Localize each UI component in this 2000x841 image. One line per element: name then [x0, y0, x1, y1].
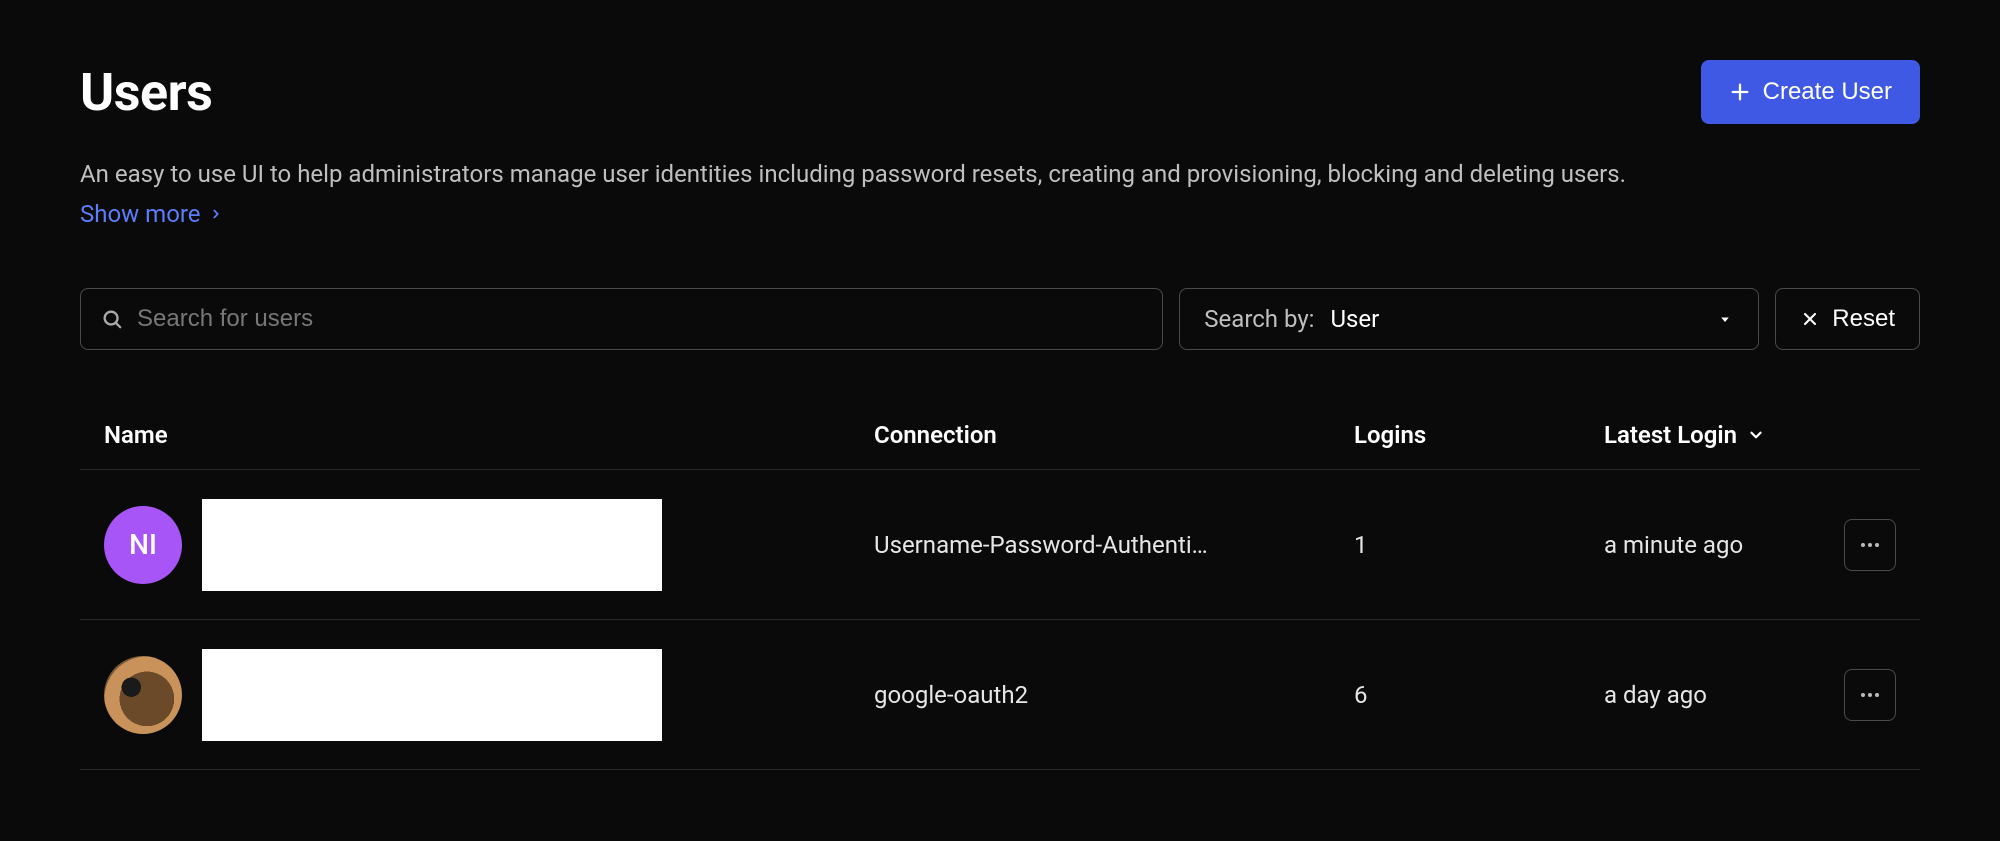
avatar: NI — [104, 506, 182, 584]
search-by-label: Search by: — [1204, 305, 1314, 333]
logins-cell: 6 — [1354, 681, 1604, 709]
create-user-button[interactable]: Create User — [1701, 60, 1920, 124]
search-by-dropdown[interactable]: Search by: User — [1179, 288, 1759, 350]
users-table: Name Connection Logins Latest Login NI U… — [80, 400, 1920, 770]
close-icon — [1800, 309, 1820, 329]
latest-login-cell: a day ago — [1604, 681, 1816, 709]
connection-cell: google-oauth2 — [874, 681, 1354, 709]
search-input[interactable] — [137, 305, 1142, 333]
latest-login-cell: a minute ago — [1604, 531, 1816, 559]
col-latest-login-label: Latest Login — [1604, 421, 1737, 449]
table-row[interactable]: google-oauth2 6 a day ago — [80, 620, 1920, 770]
caret-down-icon — [1716, 310, 1734, 328]
row-actions-button[interactable] — [1844, 669, 1896, 721]
avatar — [104, 656, 182, 734]
connection-cell: Username-Password-Authenti… — [874, 531, 1354, 559]
col-latest-login[interactable]: Latest Login — [1604, 421, 1816, 449]
col-name: Name — [104, 421, 874, 449]
page-title: Users — [80, 62, 212, 123]
create-user-label: Create User — [1763, 78, 1892, 106]
redacted-name — [202, 499, 662, 591]
search-input-wrapper[interactable] — [80, 288, 1163, 350]
table-header: Name Connection Logins Latest Login — [80, 400, 1920, 470]
name-cell — [104, 649, 874, 741]
reset-button[interactable]: Reset — [1775, 288, 1920, 350]
col-logins: Logins — [1354, 421, 1604, 449]
chevron-down-icon — [1747, 426, 1765, 444]
col-connection: Connection — [874, 421, 1354, 449]
more-icon — [1858, 683, 1882, 707]
search-icon — [101, 308, 123, 330]
row-actions-button[interactable] — [1844, 519, 1896, 571]
table-row[interactable]: NI Username-Password-Authenti… 1 a minut… — [80, 470, 1920, 620]
name-cell: NI — [104, 499, 874, 591]
redacted-name — [202, 649, 662, 741]
search-by-value: User — [1330, 305, 1379, 333]
logins-cell: 1 — [1354, 531, 1604, 559]
reset-label: Reset — [1832, 305, 1895, 333]
page-description: An easy to use UI to help administrators… — [80, 156, 1920, 192]
show-more-link[interactable]: Show more — [80, 200, 223, 228]
chevron-right-icon — [209, 207, 223, 221]
show-more-label: Show more — [80, 200, 201, 228]
more-icon — [1858, 533, 1882, 557]
plus-icon — [1729, 81, 1751, 103]
